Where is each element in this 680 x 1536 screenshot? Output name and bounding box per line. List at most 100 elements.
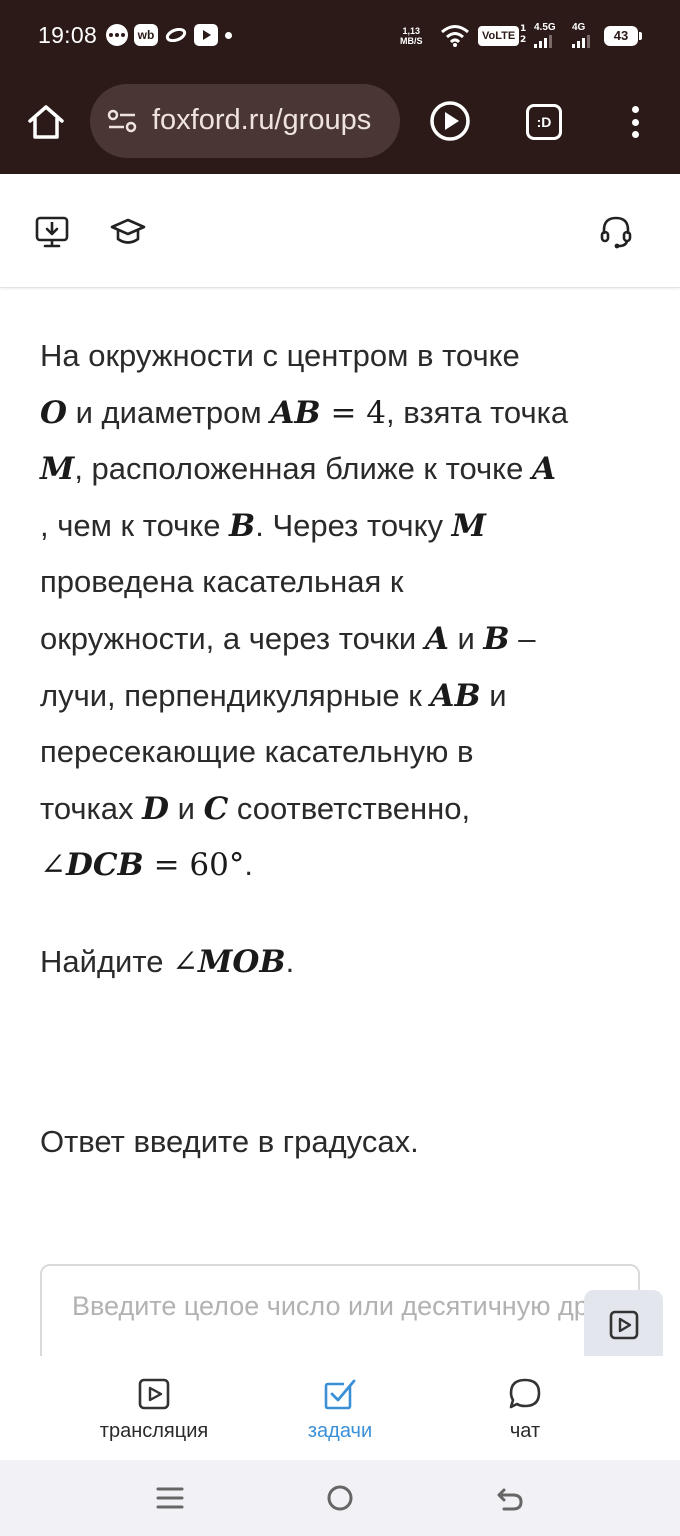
play-circle-icon: [430, 101, 470, 141]
problem-text: . Через точку: [255, 507, 452, 543]
course-button[interactable]: [108, 212, 148, 252]
nav-broadcast-label: трансляция: [99, 1420, 209, 1442]
address-bar[interactable]: foxford.ru/groups: [90, 84, 400, 158]
volte-badge: VoLTE: [478, 26, 520, 46]
status-time: 19:08: [38, 22, 98, 48]
battery-icon: 43: [604, 26, 642, 46]
support-button[interactable]: [596, 212, 636, 252]
signal-sim2: 4G: [572, 22, 590, 48]
problem-text: , взята точка: [386, 394, 569, 430]
problem-text: и диаметром: [67, 394, 271, 430]
messenger-notification-icon: [106, 24, 128, 46]
problem-line: пересекающие касательную в: [40, 724, 648, 781]
problem-line: M, расположенная ближе к точке A: [40, 441, 648, 498]
wb-notification-icon: wb: [134, 24, 158, 46]
problem-text: пересекающие касательную в: [40, 734, 474, 770]
headset-icon: [600, 216, 632, 249]
math-expression: ∠: [40, 847, 66, 884]
problem-text: точках: [40, 790, 143, 826]
play-square-icon: [138, 1378, 170, 1410]
problem-line: , чем к точке B. Через точку M: [40, 498, 648, 555]
sim-indicator: 1 2: [520, 24, 527, 45]
home-icon: [28, 105, 64, 139]
nav-tasks[interactable]: задачи: [250, 1376, 430, 1443]
problem-line: На окружности с центром в точке: [40, 328, 648, 385]
nav-broadcast[interactable]: трансляция: [64, 1376, 244, 1443]
math-variable: A: [531, 451, 556, 488]
problem-line: точках D и C соответственно,: [40, 781, 648, 838]
problem-text: .: [244, 847, 254, 883]
browser-chrome: 19:08 wb 1,13 MB/S VoLTE 1 2 4.5G 4G 43 …: [0, 0, 680, 174]
youtube-notification-icon: [194, 24, 218, 46]
wifi-icon: [440, 24, 470, 52]
tabs-button[interactable]: :D: [526, 104, 562, 140]
more-notifications-dot-icon: [224, 24, 232, 46]
problem-line: O и диаметром AB = 4, взята точка: [40, 385, 648, 442]
math-expression: = 4: [320, 394, 387, 431]
question-text: Найдите ∠MOB.: [40, 944, 295, 980]
circle-home-icon: [327, 1485, 353, 1511]
problem-line: ∠DCB = 60°.: [40, 837, 648, 894]
problem-text: , расположенная ближе к точке: [74, 451, 532, 487]
nav-chat[interactable]: чат: [435, 1376, 615, 1443]
chat-bubble-icon: [509, 1378, 541, 1409]
math-variable: AB: [430, 677, 481, 714]
answer-input[interactable]: [72, 1286, 586, 1326]
math-expression: = 60°: [143, 847, 245, 884]
recent-apps-button[interactable]: [150, 1480, 190, 1516]
math-variable: C: [203, 790, 229, 827]
problem-text: лучи, перпендикулярные к: [40, 677, 431, 713]
back-button[interactable]: [490, 1480, 530, 1516]
site-toolbar: [0, 174, 680, 288]
home-button[interactable]: [22, 98, 70, 146]
play-square-icon: [609, 1310, 638, 1340]
problem-line: проведена касательная к: [40, 554, 648, 611]
home-system-button[interactable]: [320, 1480, 360, 1516]
nav-tasks-label: задачи: [307, 1420, 373, 1442]
graduation-cap-icon: [110, 218, 146, 244]
app-notification-icon: [164, 24, 188, 46]
math-variable: D: [142, 790, 170, 827]
problem-text: , чем к точке: [40, 507, 230, 543]
problem-statement: На окружности с центром в точке O и диаме…: [40, 328, 648, 894]
media-play-button[interactable]: [428, 99, 472, 147]
menu-lines-icon: [156, 1487, 184, 1509]
problem-text: проведена касательная к: [40, 564, 404, 600]
answer-field-container: [40, 1264, 640, 1356]
task-content: На окружности с центром в точке O и диаме…: [0, 290, 680, 1356]
answer-instruction: Ответ введите в градусах.: [40, 1124, 419, 1159]
browser-menu-button[interactable]: [620, 102, 650, 142]
problem-line: окружности, а через точки A и B –: [40, 611, 648, 668]
problem-text: –: [509, 620, 536, 656]
math-variable: B: [229, 507, 256, 544]
problem-text: На окружности с центром в точке: [40, 338, 520, 373]
math-variable: M: [40, 451, 75, 488]
signal-bars-icon: [534, 34, 556, 48]
signal-bars-icon: [572, 34, 590, 48]
checkbox-icon: [324, 1379, 356, 1410]
math-variable: B: [483, 620, 510, 657]
site-settings-icon[interactable]: [106, 108, 138, 138]
url-text: foxford.ru/groups: [152, 104, 372, 136]
problem-text: окружности, а через точки: [40, 620, 425, 656]
math-variable: AB: [270, 394, 321, 431]
problem-text: и: [169, 790, 204, 826]
problem-text: и: [448, 620, 484, 656]
status-bar: 19:08 wb 1,13 MB/S VoLTE 1 2 4.5G 4G 43: [0, 0, 680, 72]
floating-video-button[interactable]: [584, 1290, 663, 1356]
problem-line: лучи, перпендикулярные к AB и: [40, 668, 648, 725]
problem-text: соответственно,: [228, 790, 471, 826]
signal-sim1: 4.5G: [534, 22, 556, 48]
download-materials-button[interactable]: [32, 212, 72, 252]
math-variable: M: [451, 507, 486, 544]
math-variable: DCB: [65, 847, 144, 884]
monitor-download-icon: [35, 216, 69, 248]
problem-text: и: [480, 677, 507, 713]
bottom-navigation: трансляция задачи чат: [0, 1356, 680, 1460]
math-variable: O: [40, 394, 68, 431]
system-navigation-bar: [0, 1460, 680, 1536]
math-variable: A: [424, 620, 449, 657]
network-speed: 1,13 MB/S: [400, 26, 423, 46]
nav-chat-label: чат: [509, 1420, 541, 1442]
back-arrow-icon: [497, 1488, 523, 1511]
